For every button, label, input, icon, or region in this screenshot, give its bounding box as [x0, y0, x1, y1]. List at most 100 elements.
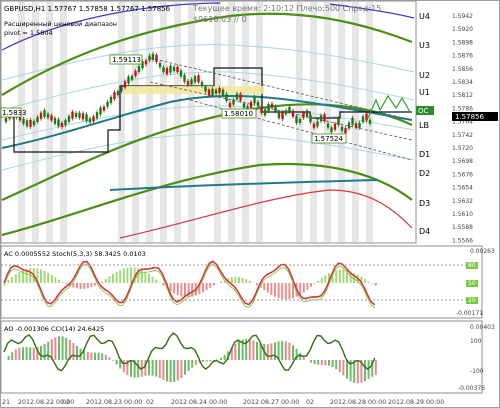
ac-bar — [205, 283, 208, 291]
ac-bar — [266, 283, 269, 293]
ac-bar — [151, 276, 154, 283]
ao-bar — [288, 342, 291, 360]
candle-body — [211, 88, 214, 96]
candle-body — [43, 110, 46, 118]
trading-chart-window[interactable]: GBPUSD,H1 1.57767 1.57858 1.57767 1.5785… — [0, 0, 500, 408]
candle-body — [218, 87, 221, 93]
ao-bar — [155, 360, 158, 377]
ao-bar — [90, 352, 93, 360]
ao-bar — [22, 347, 24, 360]
candle-body — [120, 86, 123, 92]
ac-bar — [338, 269, 341, 283]
ao-bar — [184, 360, 186, 375]
svg-text:1.59113: 1.59113 — [112, 56, 141, 64]
price-tick: 1.5698 — [452, 158, 473, 165]
ac-bar — [306, 283, 309, 290]
ao-bar — [320, 360, 323, 365]
candle-body — [190, 79, 193, 85]
price-tick: 1.5742 — [452, 132, 473, 139]
level-oc: OC — [418, 107, 429, 115]
candle-body — [113, 92, 116, 100]
ao-bar — [187, 360, 190, 372]
ao-bar — [191, 360, 194, 368]
candle-body — [183, 74, 186, 82]
ao-bar — [284, 341, 287, 360]
ac-bar — [108, 276, 111, 283]
candle-body — [260, 107, 263, 113]
candle-body — [288, 106, 291, 112]
ac-bar — [169, 283, 172, 292]
ac-bar — [209, 283, 212, 288]
ao-bar — [356, 360, 359, 384]
ac-bar — [18, 272, 21, 283]
price-tick: 1.5588 — [452, 224, 473, 231]
ac-bar — [104, 278, 107, 283]
ac-stoch-panel[interactable]: AC 0.0005552 Stoch(5,3,3) 58.3425 0.0103… — [0, 245, 495, 319]
ac-bar — [54, 277, 57, 283]
candle-body — [46, 113, 50, 118]
candle-body — [95, 112, 99, 119]
candle-body — [340, 126, 344, 131]
ac-bar — [234, 276, 237, 283]
indicator-title: Расширенный ценовой диапазон — [4, 20, 117, 28]
ac-bar — [61, 282, 64, 283]
candle-body — [81, 113, 85, 120]
ao-bar — [61, 336, 64, 360]
price-tick: 1.5720 — [452, 145, 473, 152]
candle-body — [88, 118, 92, 123]
ao-bar — [346, 360, 348, 379]
ac-bar — [130, 267, 132, 283]
price-tick: 1.5632 — [452, 198, 473, 205]
ac-bar — [202, 283, 204, 293]
time-tick: 2012.08.27 00:00 — [243, 399, 299, 406]
candle-body — [106, 101, 109, 107]
level-d3: D3 — [419, 199, 430, 208]
ac-bar — [58, 279, 60, 283]
candle-body — [144, 60, 148, 65]
ao-bar — [25, 347, 28, 360]
candle-body — [92, 116, 95, 122]
price-tick: 1.5942 — [452, 13, 473, 20]
ac-bar — [238, 277, 240, 283]
candle-body — [295, 116, 298, 124]
candle-body — [179, 70, 183, 77]
ac-bar — [47, 272, 50, 283]
ao-bar — [302, 356, 305, 360]
candle-body — [169, 65, 172, 73]
candle-body — [130, 75, 134, 80]
ac-bar — [94, 283, 96, 286]
ac-bar — [79, 283, 82, 289]
candle-body — [214, 89, 218, 94]
candle-body — [207, 89, 211, 96]
ao-cci-panel[interactable]: AO -0.001306 CCI(14) 24.6425 0.00403 100… — [0, 320, 495, 394]
ao-bar — [115, 360, 118, 365]
ac-bar — [248, 280, 251, 283]
ao-bar — [101, 353, 104, 360]
ao-bar — [274, 342, 276, 360]
main-price-panel[interactable]: GBPUSD,H1 1.57767 1.57858 1.57767 1.5785… — [0, 0, 434, 244]
ao-bar — [148, 360, 150, 376]
ac-bar — [220, 281, 222, 283]
price-tick: 1.5876 — [452, 53, 473, 60]
candle-body — [267, 104, 270, 112]
candle-body — [109, 96, 113, 103]
ac-bar — [50, 274, 53, 283]
candle-body — [102, 106, 106, 111]
ac-bar — [263, 283, 266, 291]
candle-body — [333, 123, 337, 130]
candle-body — [316, 121, 319, 127]
ao-bar — [130, 360, 132, 377]
price-tick: 1.5898 — [452, 39, 473, 46]
ao-bar — [209, 360, 212, 362]
ac-bar — [140, 269, 143, 283]
candle-body — [116, 91, 120, 96]
ac-bar — [256, 283, 258, 286]
candle-body — [347, 122, 351, 129]
ac-bar — [119, 270, 122, 283]
ac-bar — [76, 283, 78, 289]
candle-body — [365, 113, 368, 121]
candle-body — [239, 93, 242, 101]
candle-body — [25, 120, 29, 127]
ac-bar — [122, 268, 125, 283]
candle-body — [60, 122, 64, 127]
